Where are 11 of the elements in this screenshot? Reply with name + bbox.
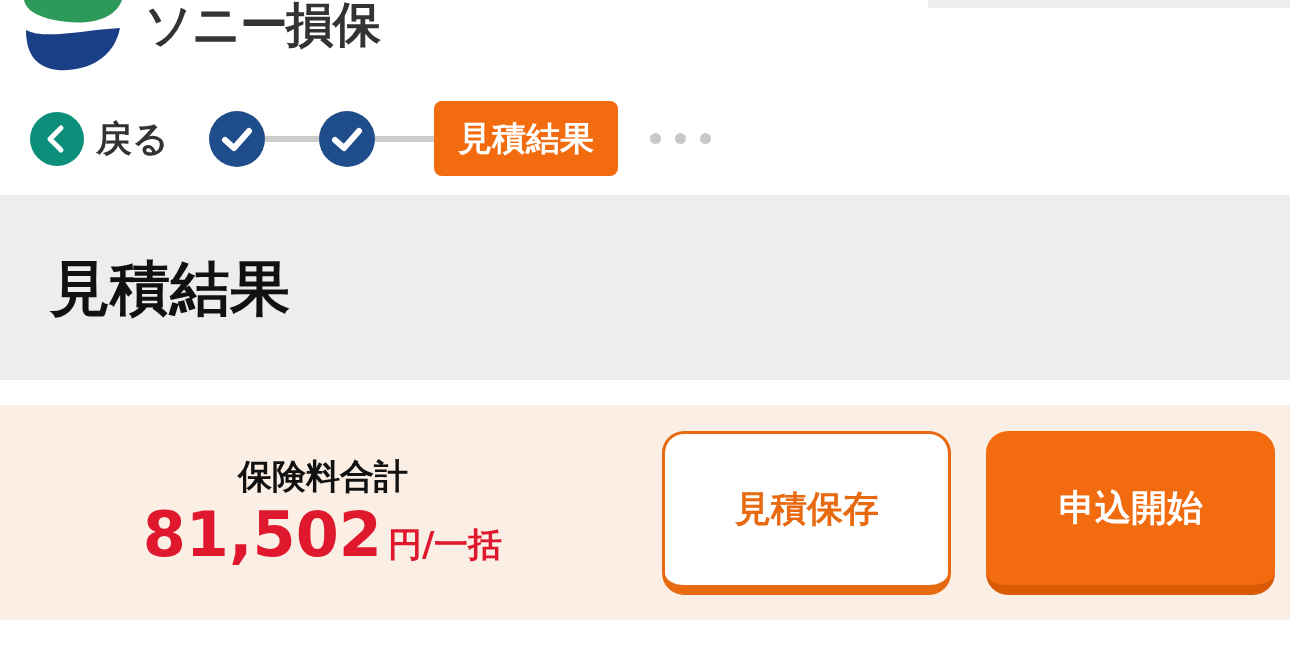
logo-icon bbox=[24, 0, 122, 72]
page-title: 見積結果 bbox=[50, 251, 290, 325]
premium-unit: 円/一括 bbox=[387, 522, 503, 566]
back-link[interactable]: 戻る bbox=[30, 111, 169, 166]
premium-label: 保険料合計 bbox=[237, 455, 408, 498]
logo-text: ソニー損保 bbox=[144, 0, 380, 54]
current-step-tag: 見積結果 bbox=[434, 101, 618, 176]
premium-amount: 81,502 bbox=[142, 503, 382, 566]
apply-button[interactable]: 申込開始 bbox=[986, 430, 1275, 595]
save-button[interactable]: 見積保存 bbox=[662, 430, 951, 595]
chevron-left-icon bbox=[30, 111, 84, 166]
